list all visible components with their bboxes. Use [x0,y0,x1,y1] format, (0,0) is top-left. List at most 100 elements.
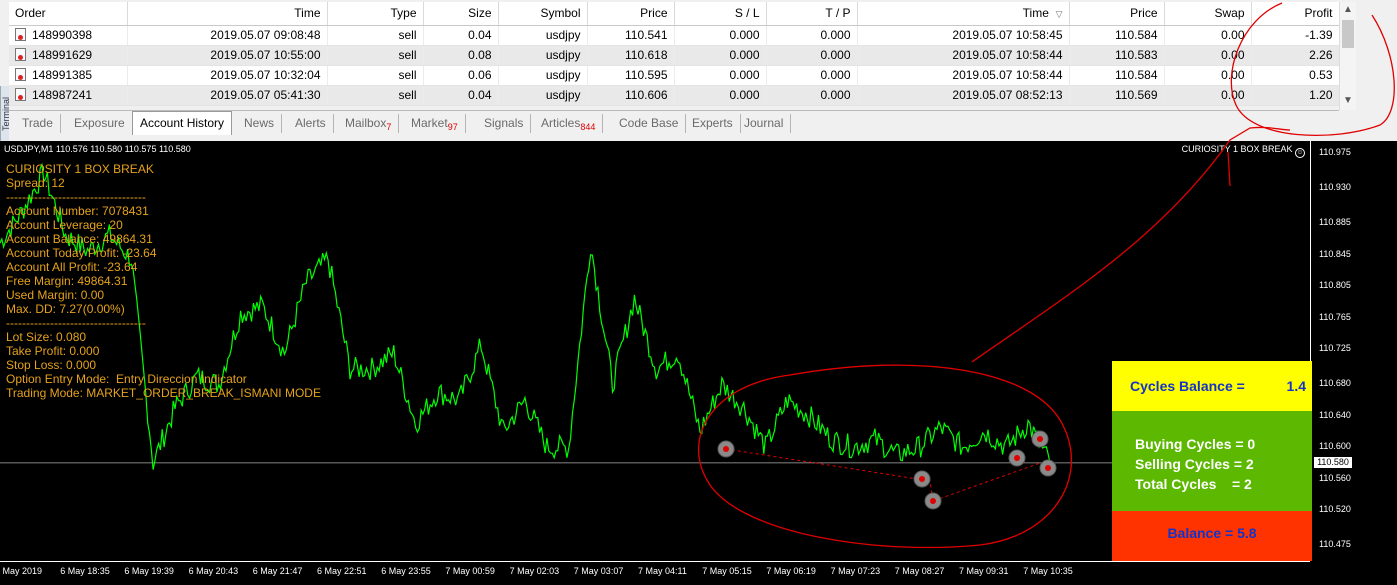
scroll-up-icon[interactable]: ▲ [1343,4,1353,15]
info-line: Account Number: 7078431 [6,204,149,218]
col-close-time[interactable]: Time ▽ [857,2,1070,26]
cell-tp: 0.000 [766,25,858,46]
col-sl[interactable]: S / L [674,2,767,26]
cell-tp: 0.000 [766,45,858,66]
table-scrollbar[interactable]: ▲ ▼ [1339,2,1356,110]
cell-close-price: 110.584 [1069,25,1165,46]
terminal-panel: Terminal Order Time Type Size Symbol Pri… [0,0,1397,141]
tab-experts[interactable]: Experts [685,114,741,133]
cycles-balance-box: Cycles Balance = 1.4 [1112,361,1312,411]
order-icon [15,28,26,41]
price-chart[interactable]: USDJPY,M1 110.576 110.580 110.575 110.58… [0,141,1397,585]
cell-open-price: 110.618 [587,45,675,66]
col-order[interactable]: Order [9,2,128,26]
info-line: Trading Mode: MARKET_ORDER_BREAK_ISMANI … [6,386,321,400]
trade-marker-dot [919,476,925,482]
cell-type: sell [327,25,424,46]
cell-sl: 0.000 [674,45,767,66]
cell-tp: 0.000 [766,85,858,106]
table-row[interactable]: 148991385 2019.05.07 10:32:04 sell 0.06 usdj… [9,65,1340,86]
col-size[interactable]: Size [423,2,499,26]
scrollbar-thumb[interactable] [1342,20,1354,48]
order-number: 148990398 [32,28,93,42]
col-profit[interactable]: Profit [1251,2,1340,26]
x-tick-label: 6 May 20:43 [188,566,239,576]
tab-exposure[interactable]: Exposure [67,114,133,133]
cell-tp: 0.000 [766,65,858,86]
scroll-down-icon[interactable]: ▼ [1343,95,1353,106]
info-line: Take Profit: 0.000 [6,344,100,358]
x-tick-label: 7 May 02:03 [509,566,560,576]
order-number: 148991385 [32,68,93,82]
tab-trade[interactable]: Trade [15,114,61,133]
col-close-price[interactable]: Price [1069,2,1165,26]
cell-profit: 0.53 [1251,65,1340,86]
info-line: Free Margin: 49864.31 [6,274,128,288]
order-number: 148991629 [32,48,93,62]
total-cycles: Total Cycles = 2 [1135,476,1252,492]
table-row[interactable]: 148991629 2019.05.07 10:55:00 sell 0.08 usdj… [9,45,1340,66]
cell-symbol: usdjpy [498,25,588,46]
x-tick-label: 6 May 22:51 [317,566,367,576]
tab-alerts[interactable]: Alerts [288,114,334,133]
cell-size: 0.06 [423,65,499,86]
info-line: Used Margin: 0.00 [6,288,105,302]
tab-mailbox[interactable]: Mailbox7 [338,114,400,133]
info-line: Max. DD: 7.27(0.00%) [6,302,125,316]
y-tick-label: 110.640 [1319,409,1351,420]
sort-indicator-icon: ▽ [1055,9,1063,20]
x-tick-label: 7 May 04:11 [638,566,687,576]
info-line: Account Leverage: 20 [6,218,123,232]
tab-articles[interactable]: Articles844 [534,114,604,133]
y-tick-label: 110.885 [1319,217,1351,228]
tab-signals[interactable]: Signals [477,114,532,133]
x-tick-label: 7 May 07:23 [830,566,881,576]
cell-order: 148990398 [9,25,128,46]
ea-info-text: CURIOSITY 1 BOX BREAK Spread: 12 ---------… [6,162,321,400]
cell-symbol: usdjpy [498,45,588,66]
info-line: Spread: 12 [6,176,65,190]
terminal-side-tab[interactable]: Terminal [0,86,11,141]
smiley-icon: ☺ [1295,148,1305,158]
cell-open-time: 2019.05.07 09:08:48 [127,25,328,46]
selling-cycles: Selling Cycles = 2 [1135,456,1254,472]
order-icon [15,88,26,101]
trade-marker-dot [1045,465,1051,471]
cell-close-time: 2019.05.07 10:58:44 [857,65,1070,86]
cell-symbol: usdjpy [498,85,588,106]
col-open-time[interactable]: Time [127,2,328,26]
cell-order: 148991629 [9,45,128,66]
price-axis[interactable]: 110.975 110.930 110.885 110.845 110.805 110.7… [1310,141,1397,561]
y-tick-label: 110.765 [1319,311,1351,322]
x-tick-label: 7 May 05:15 [702,566,752,576]
current-price-label: 110.580 [1314,456,1352,468]
cycles-count-box: Buying Cycles = 0 Selling Cycles = 2 Tot… [1112,411,1312,511]
cycles-panel: Cycles Balance = 1.4 Buying Cycles = 0 S… [1112,361,1312,561]
cell-swap: 0.00 [1164,65,1252,86]
cell-close-price: 110.583 [1069,45,1165,66]
cell-close-time: 2019.05.07 10:58:44 [857,45,1070,66]
time-axis[interactable]: 6 May 2019 6 May 18:35 6 May 19:39 6 May 20… [0,561,1310,585]
cell-profit: 2.26 [1251,45,1340,66]
table-row[interactable]: 148987241 2019.05.07 05:41:30 sell 0.04 usdj… [9,85,1340,106]
tab-account-history[interactable]: Account History [132,111,233,135]
cell-profit: 1.20 [1251,85,1340,106]
tab-journal[interactable]: Journal [737,114,792,133]
cell-close-time: 2019.05.07 10:58:45 [857,25,1070,46]
col-type[interactable]: Type [327,2,424,26]
tab-news[interactable]: News [237,114,283,133]
y-tick-label: 110.475 [1319,539,1351,550]
tab-market[interactable]: Market97 [404,114,466,133]
col-symbol[interactable]: Symbol [498,2,588,26]
table-row[interactable]: 148990398 2019.05.07 09:08:48 sell 0.04 usdj… [9,25,1340,46]
col-open-price[interactable]: Price [587,2,675,26]
tab-label: Trade [22,116,53,130]
trade-marker-dot [1037,436,1043,442]
y-tick-label: 110.560 [1319,472,1351,483]
tab-code-base[interactable]: Code Base [612,114,687,133]
x-tick-label: 7 May 09:31 [959,566,1009,576]
col-tp[interactable]: T / P [766,2,858,26]
tab-label: News [244,116,275,130]
cycles-balance-value: 1.4 [1286,378,1306,394]
col-swap[interactable]: Swap [1164,2,1252,26]
